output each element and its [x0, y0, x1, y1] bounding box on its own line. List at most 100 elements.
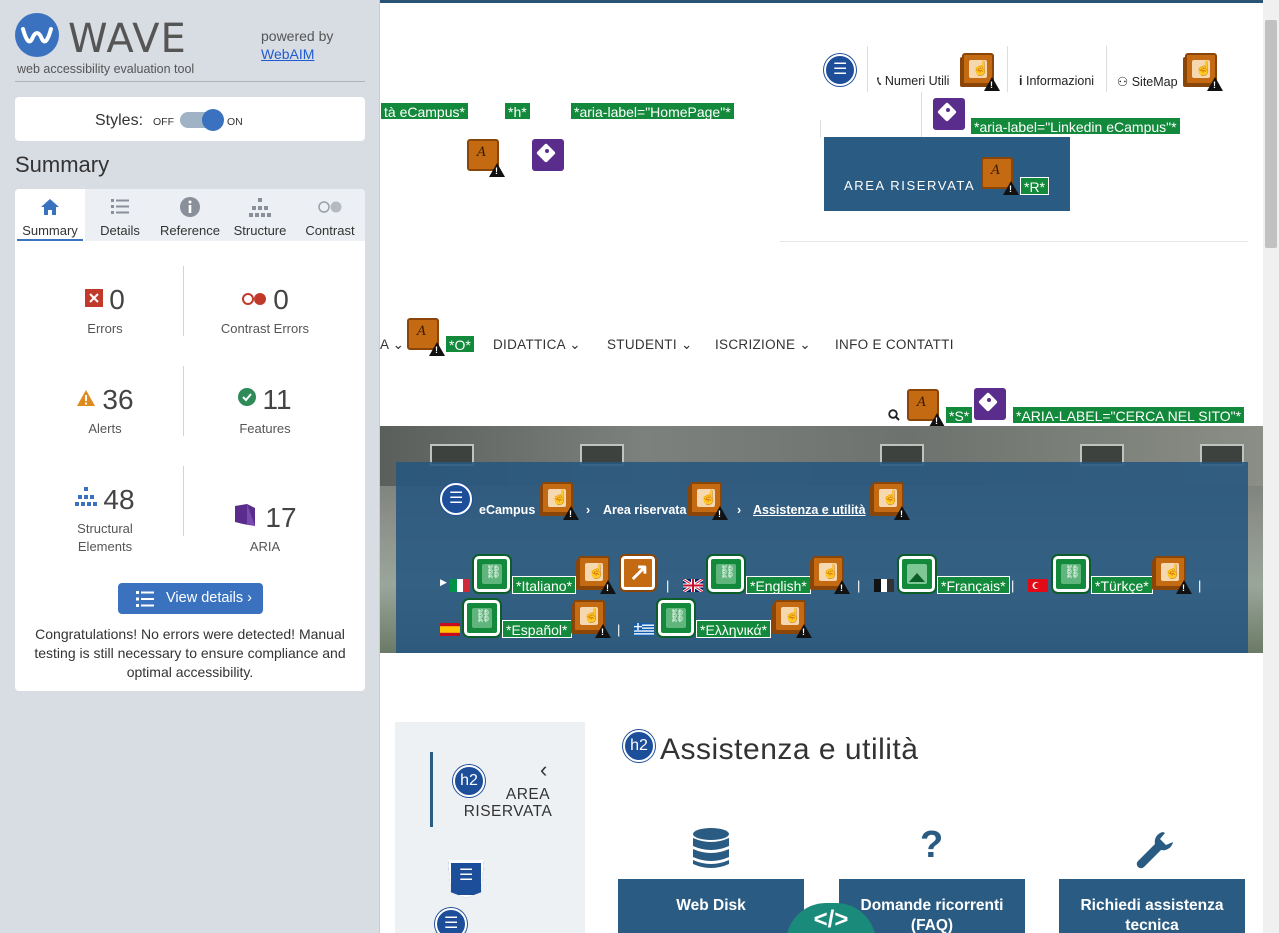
tab-reference[interactable]: Reference: [155, 189, 225, 241]
nav-label: ISCRIZIONE: [715, 337, 796, 352]
wave-tag: *aria-label="HomePage"*: [570, 102, 735, 120]
alert-marker-icon[interactable]: [690, 482, 728, 520]
alert-marker-icon[interactable]: [872, 482, 910, 520]
hierarchy-icon: [249, 198, 271, 217]
nav-item-partial[interactable]: A ⌄: [380, 337, 404, 353]
alert-marker-icon[interactable]: [812, 556, 850, 594]
flag-gb-icon: [683, 579, 703, 592]
contrast-icon: [318, 201, 342, 213]
stat-alerts[interactable]: 36 Alerts: [35, 384, 175, 438]
alert-marker-icon[interactable]: [774, 600, 812, 638]
chevron-left-icon[interactable]: ‹: [540, 757, 547, 783]
stat-aria[interactable]: 17 ARIA: [195, 502, 335, 556]
alert-marker-icon[interactable]: [981, 157, 1019, 195]
side-accent-bar: [430, 752, 433, 827]
list-marker-icon[interactable]: [440, 483, 472, 515]
list-marker-icon[interactable]: [448, 860, 484, 898]
sitemap-link[interactable]: ⚇ SiteMap: [1117, 74, 1178, 89]
wave-sidebar: WAVE web accessibility evaluation tool p…: [0, 0, 380, 933]
styles-toggle[interactable]: [180, 109, 224, 131]
linked-image-marker-icon[interactable]: [474, 556, 510, 592]
flag-it-icon: [450, 579, 470, 592]
alerts-label: Alerts: [88, 421, 122, 436]
screen: WAVE web accessibility evaluation tool p…: [0, 0, 1279, 933]
tab-summary[interactable]: Summary: [15, 189, 85, 241]
wave-tag: *Türkçe*: [1091, 576, 1153, 594]
image-marker-icon[interactable]: [899, 556, 935, 592]
lang-sep: |: [857, 578, 861, 593]
error-icon: [85, 289, 104, 307]
top-bar: [380, 0, 1263, 3]
webaim-link[interactable]: WebAIM: [261, 46, 314, 62]
phone-icon: 📞︎: [877, 74, 882, 88]
nav-item-iscrizione[interactable]: ISCRIZIONE ⌄: [715, 337, 811, 353]
stat-features[interactable]: 11 Features: [195, 384, 335, 438]
h2-marker-icon[interactable]: h2: [623, 730, 655, 762]
wave-tag: *R*: [1020, 177, 1050, 195]
side-heading-line: AREA: [505, 786, 551, 803]
page-title: Assistenza e utilità: [660, 733, 919, 766]
nav-item-studenti[interactable]: STUDENTI ⌄: [607, 337, 693, 353]
play-icon: ▶: [440, 577, 447, 587]
breadcrumb-area[interactable]: Area riservata: [603, 503, 686, 517]
web-disk-card[interactable]: Web Disk: [618, 879, 804, 933]
stat-structural[interactable]: 48 Structural Elements: [35, 484, 175, 556]
numeri-utili-link[interactable]: 📞︎ Numeri Utili: [877, 74, 949, 89]
lang-sep: |: [1198, 578, 1202, 593]
alert-marker-icon[interactable]: [573, 600, 611, 638]
tab-contrast[interactable]: Contrast: [295, 189, 365, 241]
contrast-errors-label: Contrast Errors: [220, 321, 310, 336]
wrench-icon: [1136, 832, 1173, 869]
chevron-down-icon: ⌄: [680, 337, 693, 352]
wave-subtitle: web accessibility evaluation tool: [17, 62, 195, 76]
alert-marker-icon[interactable]: [407, 318, 445, 356]
wave-tag: *Français*: [937, 576, 1010, 594]
wave-tag: *ARIA-LABEL="CERCA NEL SITO"*: [1012, 406, 1246, 424]
linked-image-marker-icon[interactable]: [658, 600, 694, 636]
nav-item-didattica[interactable]: DIDATTICA ⌄: [493, 337, 581, 353]
stat-errors[interactable]: 0 Errors: [35, 284, 175, 338]
linked-image-marker-icon[interactable]: [464, 600, 500, 636]
external-link-marker-icon[interactable]: [621, 556, 655, 590]
aria-marker-icon[interactable]: [532, 139, 564, 171]
alert-marker-icon[interactable]: [1185, 53, 1223, 91]
breadcrumb-current[interactable]: Assistenza e utilità: [753, 503, 866, 517]
alert-marker-icon[interactable]: [962, 53, 1000, 91]
nav-label: A: [380, 337, 389, 352]
linked-image-marker-icon[interactable]: [708, 556, 744, 592]
informazioni-link[interactable]: i Informazioni: [1019, 74, 1094, 88]
structural-label-2: Elements: [77, 539, 133, 554]
alert-marker-icon[interactable]: [541, 482, 579, 520]
sitemap-label: SiteMap: [1131, 75, 1178, 89]
list-marker-icon[interactable]: [824, 54, 856, 86]
view-details-button[interactable]: View details ›: [118, 583, 263, 614]
area-riservata-button[interactable]: AREA RISERVATA: [824, 137, 1070, 211]
wave-tag: *Ελληνικά*: [696, 620, 772, 638]
side-heading: AREA RISERVATA: [448, 786, 568, 820]
alert-marker-icon[interactable]: [1154, 556, 1192, 594]
alert-marker-icon[interactable]: [578, 556, 616, 594]
assistenza-card[interactable]: Richiedi assistenza tecnica: [1059, 879, 1245, 933]
aria-marker-icon[interactable]: [933, 98, 965, 130]
breadcrumb-home[interactable]: eCampus: [479, 503, 535, 517]
tab-label: Structure: [233, 223, 287, 238]
chevron-down-icon: ⌄: [569, 337, 581, 352]
search-icon[interactable]: [888, 409, 900, 421]
aria-marker-icon[interactable]: [974, 388, 1006, 420]
alerts-count: 36: [102, 384, 134, 415]
numeri-utili-label: Numeri Utili: [884, 74, 950, 88]
tab-structure[interactable]: Structure: [225, 189, 295, 241]
card-title: Web Disk: [676, 897, 746, 914]
scrollbar-thumb[interactable]: [1265, 20, 1277, 248]
linked-image-marker-icon[interactable]: [1053, 556, 1089, 592]
wave-tag: *O*: [445, 335, 475, 353]
alert-marker-icon[interactable]: [907, 389, 945, 427]
wave-tabs: Summary Details Reference Structure Cont…: [15, 189, 365, 241]
list-marker-icon[interactable]: [435, 908, 467, 933]
tab-details[interactable]: Details: [85, 189, 155, 241]
info-icon: i: [1019, 74, 1023, 88]
stat-contrast-errors[interactable]: 0 Contrast Errors: [195, 284, 335, 338]
nav-item-info-contatti[interactable]: INFO E CONTATTI: [835, 337, 954, 352]
alert-marker-icon[interactable]: [467, 139, 505, 177]
wave-tag: *Italiano*: [512, 576, 577, 594]
